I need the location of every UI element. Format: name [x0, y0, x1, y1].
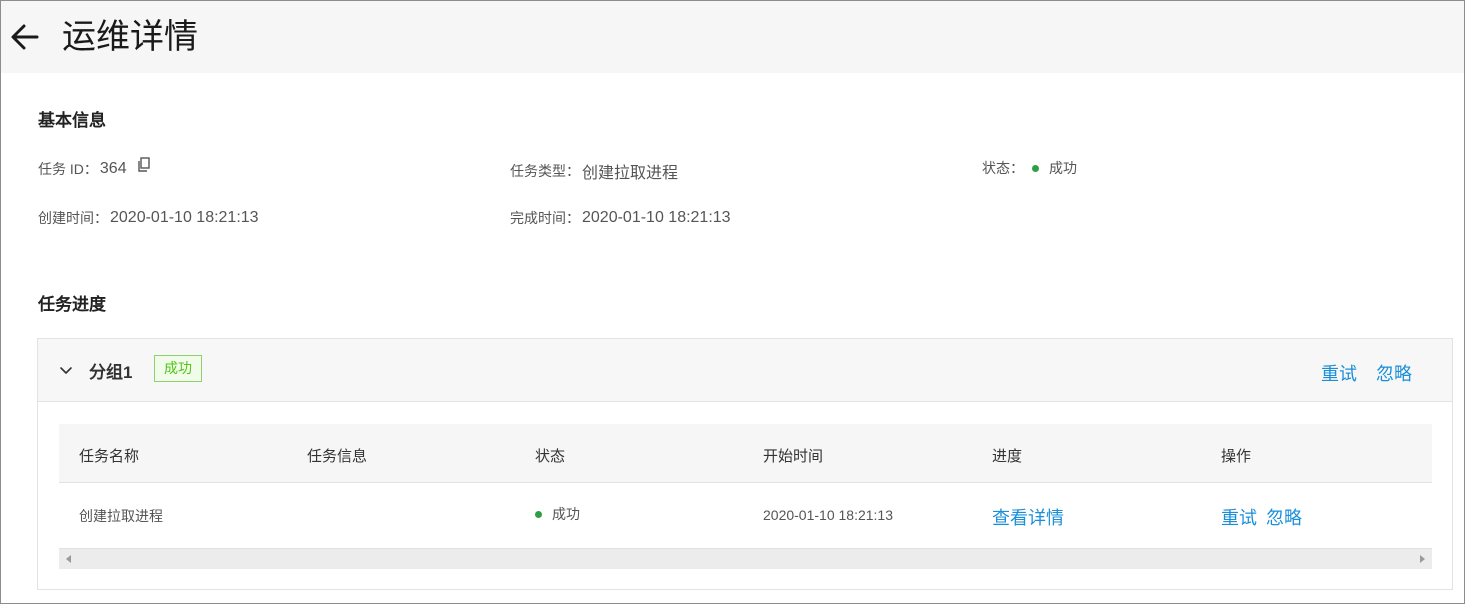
row-task-name: 创建拉取进程 — [79, 508, 163, 524]
status-value: 成功 — [1049, 160, 1077, 176]
scroll-right-icon[interactable] — [1418, 555, 1426, 563]
table-row: 创建拉取进程 成功 2020-01-10 18:21:13 查看详情 重试 忽略 — [59, 483, 1432, 548]
task-type-label: 任务类型： — [510, 163, 580, 179]
finished-time-value: 2020-01-10 18:21:13 — [582, 209, 731, 226]
task-id-field: 任务 ID： 364 — [38, 157, 151, 179]
col-actions: 操作 — [1221, 448, 1252, 465]
horizontal-scrollbar[interactable] — [59, 548, 1432, 569]
col-status: 状态 — [535, 448, 566, 465]
group-card: 分组1 成功 重试 忽略 任务名称 任务信息 状态 开始时间 进度 操作 创建拉… — [37, 338, 1453, 590]
table-header: 任务名称 任务信息 状态 开始时间 进度 操作 — [59, 424, 1432, 483]
col-task-name: 任务名称 — [79, 448, 140, 465]
group-name: 分组1 — [89, 363, 133, 382]
col-start-time: 开始时间 — [763, 448, 824, 465]
row-status-dot — [535, 510, 542, 518]
row-retry-link[interactable]: 重试 — [1221, 504, 1257, 530]
basic-info-title: 基本信息 — [38, 111, 106, 130]
finished-time-field: 完成时间： 2020-01-10 18:21:13 — [510, 208, 731, 228]
col-task-info: 任务信息 — [307, 448, 368, 465]
status-label: 状态： — [982, 160, 1024, 176]
task-id-label: 任务 ID： — [38, 161, 98, 177]
view-details-link[interactable]: 查看详情 — [992, 504, 1064, 530]
status-field: 状态： 成功 — [982, 158, 1077, 178]
row-ignore-link[interactable]: 忽略 — [1266, 504, 1302, 530]
created-time-label: 创建时间： — [38, 210, 108, 226]
group-header: 分组1 成功 重试 忽略 — [38, 339, 1452, 402]
scroll-left-icon[interactable] — [65, 555, 73, 563]
status-dot — [1032, 164, 1039, 172]
chevron-down-icon[interactable] — [58, 363, 74, 379]
created-time-value: 2020-01-10 18:21:13 — [110, 209, 259, 226]
group-status-tag: 成功 — [154, 355, 202, 382]
group-retry-link[interactable]: 重试 — [1321, 360, 1357, 386]
group-ignore-link[interactable]: 忽略 — [1376, 360, 1412, 386]
row-status: 成功 — [535, 504, 580, 524]
page-header: 运维详情 — [1, 1, 1464, 73]
finished-time-label: 完成时间： — [510, 210, 580, 226]
back-arrow-icon[interactable] — [7, 19, 43, 55]
row-status-text: 成功 — [552, 506, 580, 522]
created-time-field: 创建时间： 2020-01-10 18:21:13 — [38, 208, 259, 228]
task-id-value: 364 — [99, 160, 127, 177]
row-start-time: 2020-01-10 18:21:13 — [763, 507, 893, 523]
page-title: 运维详情 — [62, 18, 198, 56]
col-progress: 进度 — [992, 448, 1023, 465]
task-type-value: 创建拉取进程 — [582, 165, 679, 182]
task-progress-title: 任务进度 — [38, 295, 106, 314]
copy-icon[interactable] — [137, 157, 151, 173]
task-type-field: 任务类型： 创建拉取进程 — [510, 159, 678, 183]
